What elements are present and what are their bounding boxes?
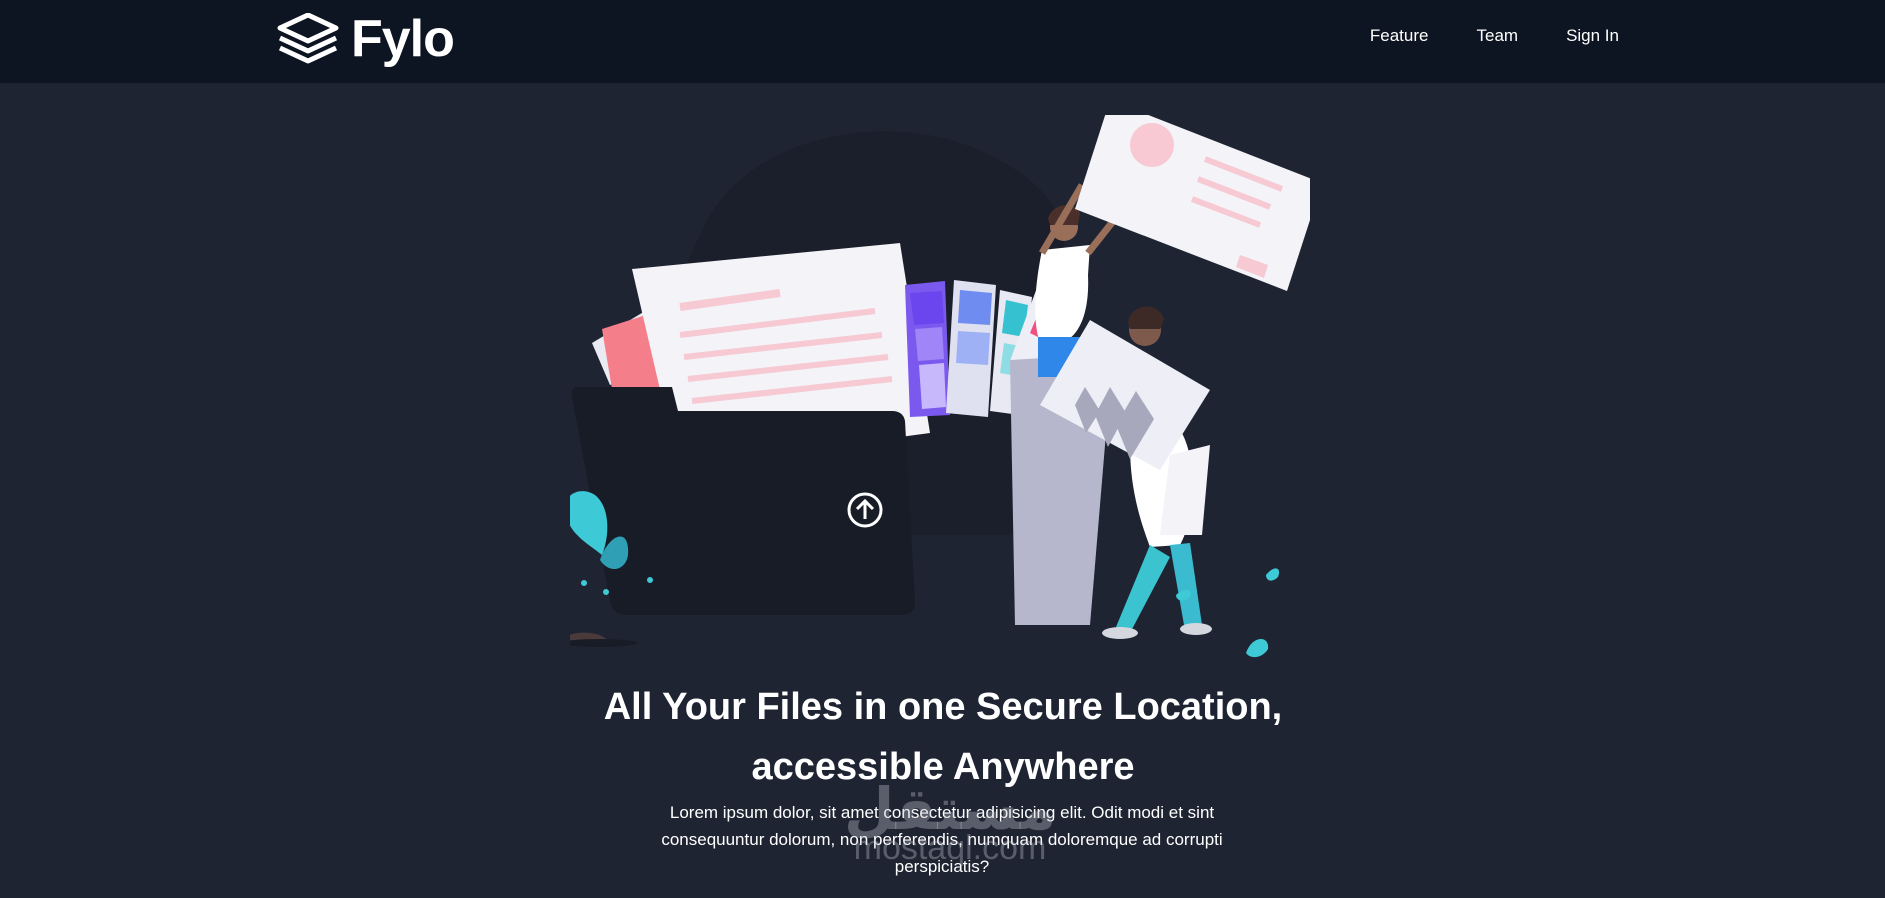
top-navbar: Fylo Feature Team Sign In bbox=[0, 0, 1885, 83]
brand-logo[interactable]: Fylo bbox=[277, 10, 455, 68]
nav-link-sign-in[interactable]: Sign In bbox=[1566, 26, 1619, 46]
hero-illustration bbox=[570, 115, 1310, 658]
folder-illustration bbox=[571, 387, 916, 615]
nav-link-feature[interactable]: Feature bbox=[1370, 26, 1429, 46]
nav-link-team[interactable]: Team bbox=[1476, 26, 1518, 46]
stacked-layers-icon bbox=[277, 13, 339, 64]
brand-name: Fylo bbox=[351, 10, 455, 68]
hero-title: All Your Files in one Secure Location, a… bbox=[603, 686, 1283, 788]
main-nav: Feature Team Sign In bbox=[1370, 0, 1619, 72]
hero-description: Lorem ipsum dolor, sit amet consectetur … bbox=[661, 803, 1223, 876]
